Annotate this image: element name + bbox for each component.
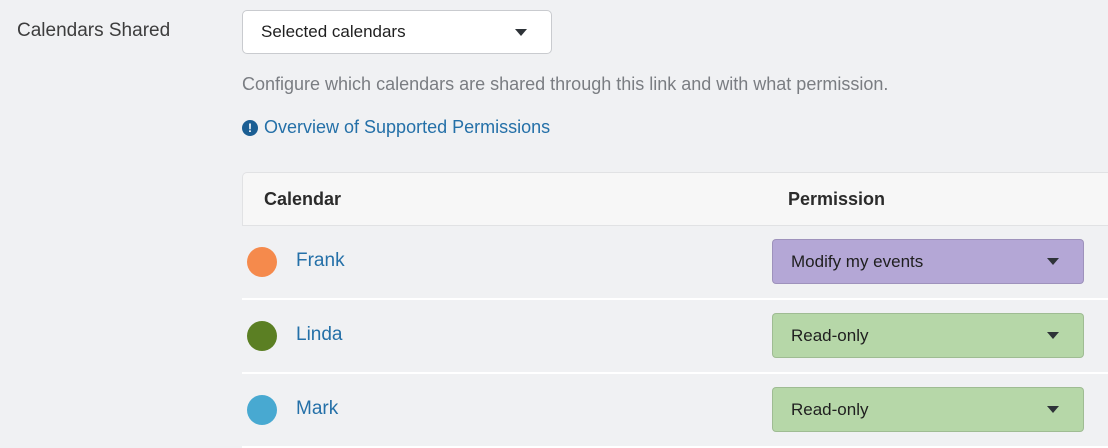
permission-select[interactable]: Read-only (772, 387, 1084, 432)
calendars-table: Calendar Permission Frank Modify my even… (242, 172, 1108, 448)
permission-select-value: Read-only (791, 399, 869, 419)
info-icon: ! (242, 119, 258, 136)
table-header: Calendar Permission (242, 172, 1108, 226)
caret-down-icon (1047, 332, 1059, 339)
calendars-shared-label: Calendars Shared (17, 20, 171, 41)
permission-select[interactable]: Modify my events (772, 239, 1084, 284)
caret-down-icon (515, 28, 527, 36)
table-row: Linda Read-only (242, 300, 1108, 374)
caret-down-icon (1047, 406, 1059, 413)
calendar-name-link[interactable]: Frank (296, 250, 345, 272)
calendars-shared-select-value: Selected calendars (261, 22, 406, 41)
help-text: Configure which calendars are shared thr… (242, 74, 889, 94)
overview-permissions-link-label: Overview of Supported Permissions (264, 117, 551, 137)
permission-select-value: Read-only (791, 325, 869, 345)
calendars-shared-select[interactable]: Selected calendars (242, 10, 552, 54)
calendar-color-dot (247, 247, 277, 277)
calendar-color-dot (247, 395, 277, 425)
calendar-color-dot (247, 321, 277, 351)
table-row: Mark Read-only (242, 374, 1108, 448)
permission-select[interactable]: Read-only (772, 313, 1084, 358)
table-row: Frank Modify my events (242, 226, 1108, 300)
calendar-name-link[interactable]: Linda (296, 324, 343, 346)
column-header-permission: Permission (788, 189, 886, 209)
column-header-calendar: Calendar (264, 189, 342, 209)
overview-permissions-link[interactable]: ! Overview of Supported Permissions (242, 117, 550, 138)
permission-select-value: Modify my events (791, 251, 924, 271)
caret-down-icon (1047, 258, 1059, 265)
calendar-name-link[interactable]: Mark (296, 398, 338, 420)
